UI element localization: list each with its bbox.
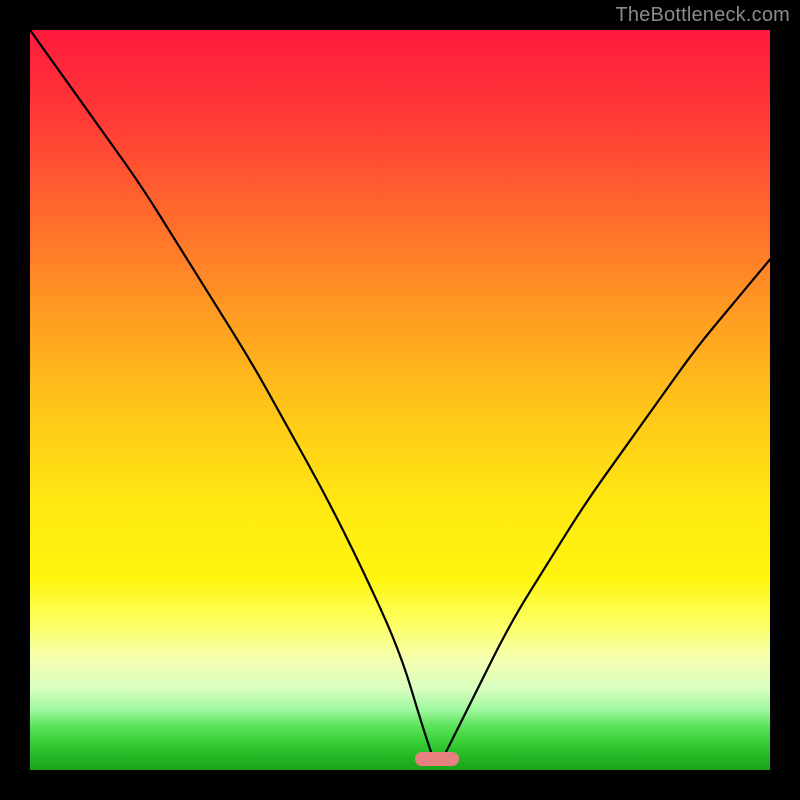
- plot-area: [30, 30, 770, 770]
- minimum-marker: [415, 752, 459, 766]
- attribution-text: TheBottleneck.com: [615, 4, 790, 27]
- chart-frame: TheBottleneck.com: [0, 0, 800, 800]
- bottleneck-curve: [30, 30, 770, 770]
